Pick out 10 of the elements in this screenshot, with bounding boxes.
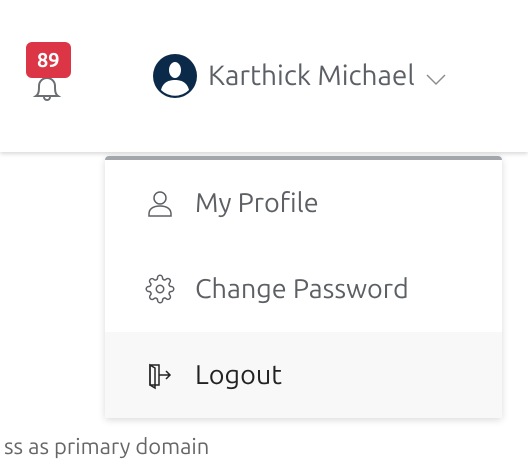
menu-item[interactable]: My Profile [105, 160, 502, 246]
notification-count: 89 [26, 42, 71, 78]
user-menu-toggle[interactable]: Karthick Michael [153, 54, 446, 98]
avatar-icon [153, 54, 197, 98]
menu-item[interactable]: Change Password [105, 246, 502, 332]
gear-icon [145, 274, 175, 304]
chevron-down-icon [426, 74, 446, 86]
page-text: ss as primary domain [4, 433, 210, 459]
user-name: Karthick Michael [208, 59, 415, 93]
menu-item[interactable]: Logout [105, 332, 502, 418]
